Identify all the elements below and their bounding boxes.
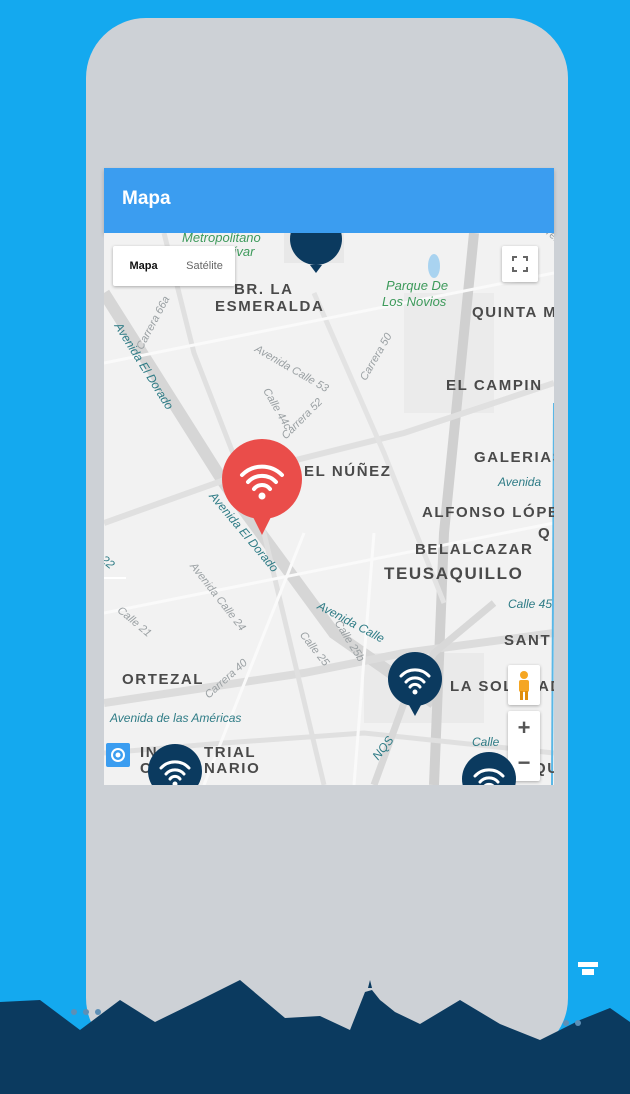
neighborhood-label: TRIAL xyxy=(204,744,257,761)
neighborhood-label: TEUSAQUILLO xyxy=(384,564,524,583)
street-view-button[interactable] xyxy=(508,665,540,705)
park-label: Parque De xyxy=(386,278,449,293)
pegman-icon xyxy=(519,671,529,700)
neighborhood-label: EL NÚÑEZ xyxy=(304,463,392,480)
neighborhood-label: ESMERALDA xyxy=(215,298,325,315)
neighborhood-label: NARIO xyxy=(204,760,261,777)
neighborhood-label: BR. LA xyxy=(234,281,294,298)
fullscreen-button[interactable] xyxy=(502,246,538,282)
neighborhood-label: Q xyxy=(538,525,552,542)
neighborhood-label: LA SOL xyxy=(450,678,515,695)
street-label: Calle 45 xyxy=(508,597,553,611)
screen: Mapa Metropolitano Parque De Los Novios … xyxy=(0,0,630,1094)
fullscreen-icon xyxy=(512,256,528,272)
neighborhood-label: BELALCAZAR xyxy=(415,541,534,558)
wifi-icon xyxy=(290,233,342,273)
mountains-decoration xyxy=(0,962,630,1094)
neighborhood-label: QUINTA M xyxy=(472,304,554,321)
neighborhood-label: SANT xyxy=(504,632,552,649)
map-view[interactable]: Metropolitano Bolívar Parque De Los Novi… xyxy=(104,233,554,785)
neighborhood-label: EL CAMPIN xyxy=(446,377,543,394)
app-bar-title: Mapa xyxy=(122,188,171,209)
neighborhood-label: ORTEZAL xyxy=(122,671,205,688)
wifi-icon xyxy=(462,752,516,785)
map-type-satellite-button[interactable]: Satélite xyxy=(174,260,235,272)
wifi-icon xyxy=(222,439,302,535)
street-label: Avenida xyxy=(498,475,542,489)
wifi-icon xyxy=(148,744,202,785)
street-label: Avenida de las Américas xyxy=(110,711,242,725)
map-type-control: Mapa Satélite xyxy=(113,246,235,286)
map-type-map-button[interactable]: Mapa xyxy=(113,260,174,272)
zoom-in-button[interactable]: + xyxy=(508,711,540,746)
app-bar: Mapa xyxy=(104,168,554,233)
neighborhood-label: GALERIAS xyxy=(474,449,554,466)
my-location-button[interactable] xyxy=(106,743,130,767)
wifi-icon xyxy=(388,652,442,716)
street-label: Calle xyxy=(472,735,500,749)
neighborhood-label: ALFONSO LÓPE xyxy=(422,504,554,521)
my-location-icon xyxy=(111,748,125,762)
neighborhood-label: AD xyxy=(538,678,554,695)
park-label: Los Novios xyxy=(382,294,447,309)
